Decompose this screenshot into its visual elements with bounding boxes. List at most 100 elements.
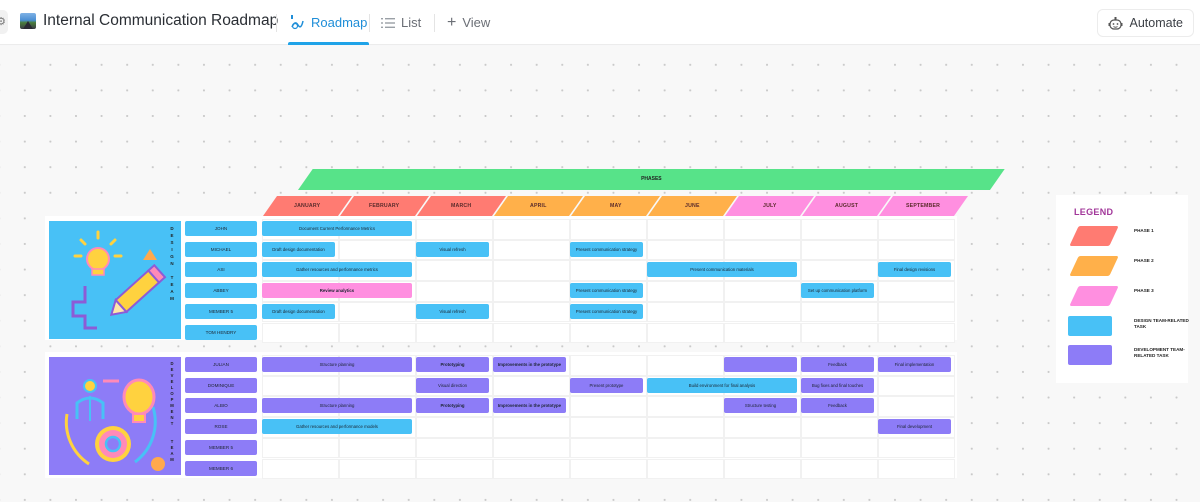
grid-cell[interactable] (570, 437, 647, 459)
grid-cell[interactable] (801, 239, 878, 261)
grid-cell[interactable] (570, 417, 647, 438)
grid-cell[interactable] (724, 239, 801, 261)
grid-cell[interactable] (416, 322, 493, 344)
task-card[interactable]: Visual refresh (416, 303, 489, 319)
grid-cell[interactable] (570, 396, 647, 418)
grid-cell[interactable] (647, 281, 724, 302)
grid-cell[interactable] (724, 281, 801, 302)
task-card[interactable]: Present prototype (570, 377, 643, 393)
grid-cell[interactable] (724, 219, 801, 240)
grid-cell[interactable] (339, 458, 416, 480)
task-card[interactable]: Present communication strategy (570, 241, 643, 257)
task-card[interactable]: Present communication materials (647, 262, 797, 278)
grid-cell[interactable] (339, 239, 416, 261)
grid-cell[interactable] (647, 355, 724, 376)
task-card[interactable]: Draft design documentation (262, 241, 335, 257)
grid-cell[interactable] (493, 281, 570, 302)
task-card[interactable]: Prototyping (416, 398, 489, 414)
task-card[interactable]: Draft design documentation (262, 303, 335, 319)
add-view-button[interactable]: + View (447, 0, 490, 45)
grid-cell[interactable] (801, 322, 878, 344)
team-member-chip[interactable]: MEMBER 6 (185, 460, 257, 476)
team-member-chip[interactable]: TOM HENDRY (185, 324, 257, 340)
task-card[interactable]: Structure planning (262, 357, 412, 372)
grid-cell[interactable] (416, 458, 493, 480)
task-card[interactable] (724, 357, 797, 372)
grid-cell[interactable] (493, 417, 570, 438)
grid-cell[interactable] (493, 458, 570, 480)
grid-cell[interactable] (493, 301, 570, 323)
task-card[interactable]: Feedback (801, 357, 874, 372)
grid-cell[interactable] (724, 437, 801, 459)
grid-cell[interactable] (416, 219, 493, 240)
task-card[interactable]: Present communication strategy (570, 303, 643, 319)
grid-cell[interactable] (878, 322, 955, 344)
grid-cell[interactable] (416, 260, 493, 282)
grid-cell[interactable] (878, 301, 955, 323)
grid-cell[interactable] (570, 219, 647, 240)
grid-cell[interactable] (724, 417, 801, 438)
grid-cell[interactable] (493, 322, 570, 344)
tab-list[interactable]: List (381, 0, 421, 45)
grid-cell[interactable] (262, 458, 339, 480)
task-card[interactable]: Build environment for final analysis (647, 377, 797, 393)
grid-cell[interactable] (647, 239, 724, 261)
task-card[interactable]: Structure testing (724, 398, 797, 414)
team-member-chip[interactable]: MEMBER 5 (185, 439, 257, 455)
task-card[interactable]: Improvements in the prototype (493, 357, 566, 372)
tab-roadmap[interactable]: Roadmap (288, 0, 370, 45)
grid-cell[interactable] (878, 281, 955, 302)
grid-cell[interactable] (262, 322, 339, 344)
task-card[interactable]: Bug fixes and final touches (801, 377, 874, 393)
grid-cell[interactable] (878, 458, 955, 480)
grid-cell[interactable] (647, 301, 724, 323)
task-card[interactable]: Set up communication platform (801, 283, 874, 299)
grid-cell[interactable] (339, 322, 416, 344)
grid-cell[interactable] (416, 281, 493, 302)
grid-cell[interactable] (801, 301, 878, 323)
grid-cell[interactable] (647, 396, 724, 418)
grid-cell[interactable] (878, 219, 955, 240)
grid-cell[interactable] (570, 260, 647, 282)
grid-cell[interactable] (724, 301, 801, 323)
task-card[interactable]: Present communication strategy (570, 283, 643, 299)
grid-cell[interactable] (801, 417, 878, 438)
grid-cell[interactable] (493, 437, 570, 459)
team-member-chip[interactable]: JULIAN (185, 357, 257, 372)
grid-cell[interactable] (878, 437, 955, 459)
team-member-chip[interactable]: ROSE (185, 419, 257, 435)
grid-cell[interactable] (647, 458, 724, 480)
task-card[interactable]: Document Current Performance Metrics (262, 221, 412, 236)
task-card[interactable]: Feedback (801, 398, 874, 414)
automate-button[interactable]: Automate (1097, 9, 1194, 37)
task-card[interactable]: Visual refresh (416, 241, 489, 257)
grid-cell[interactable] (878, 375, 955, 397)
grid-cell[interactable] (570, 458, 647, 480)
task-card[interactable]: Improvements in the prototype (493, 398, 566, 414)
grid-cell[interactable] (493, 239, 570, 261)
task-card[interactable]: Structure planning (262, 398, 412, 414)
team-member-chip[interactable]: ABBEY (185, 283, 257, 299)
grid-cell[interactable] (262, 375, 339, 397)
grid-cell[interactable] (570, 355, 647, 376)
grid-cell[interactable] (647, 322, 724, 344)
team-member-chip[interactable]: ASI (185, 262, 257, 278)
grid-cell[interactable] (416, 437, 493, 459)
team-member-chip[interactable]: MEMBER 5 (185, 303, 257, 319)
grid-cell[interactable] (724, 458, 801, 480)
team-member-chip[interactable]: JOHN (185, 221, 257, 236)
grid-cell[interactable] (801, 219, 878, 240)
task-card[interactable]: Final implementation (878, 357, 951, 372)
grid-cell[interactable] (339, 301, 416, 323)
task-card[interactable]: Final design revisions (878, 262, 951, 278)
grid-cell[interactable] (493, 260, 570, 282)
task-card[interactable]: Gather resources and performance metrics (262, 262, 412, 278)
grid-cell[interactable] (339, 375, 416, 397)
grid-cell[interactable] (801, 458, 878, 480)
grid-cell[interactable] (647, 437, 724, 459)
grid-cell[interactable] (647, 219, 724, 240)
grid-cell[interactable] (493, 375, 570, 397)
grid-cell[interactable] (262, 437, 339, 459)
grid-cell[interactable] (416, 417, 493, 438)
task-card[interactable]: Prototyping (416, 357, 489, 372)
